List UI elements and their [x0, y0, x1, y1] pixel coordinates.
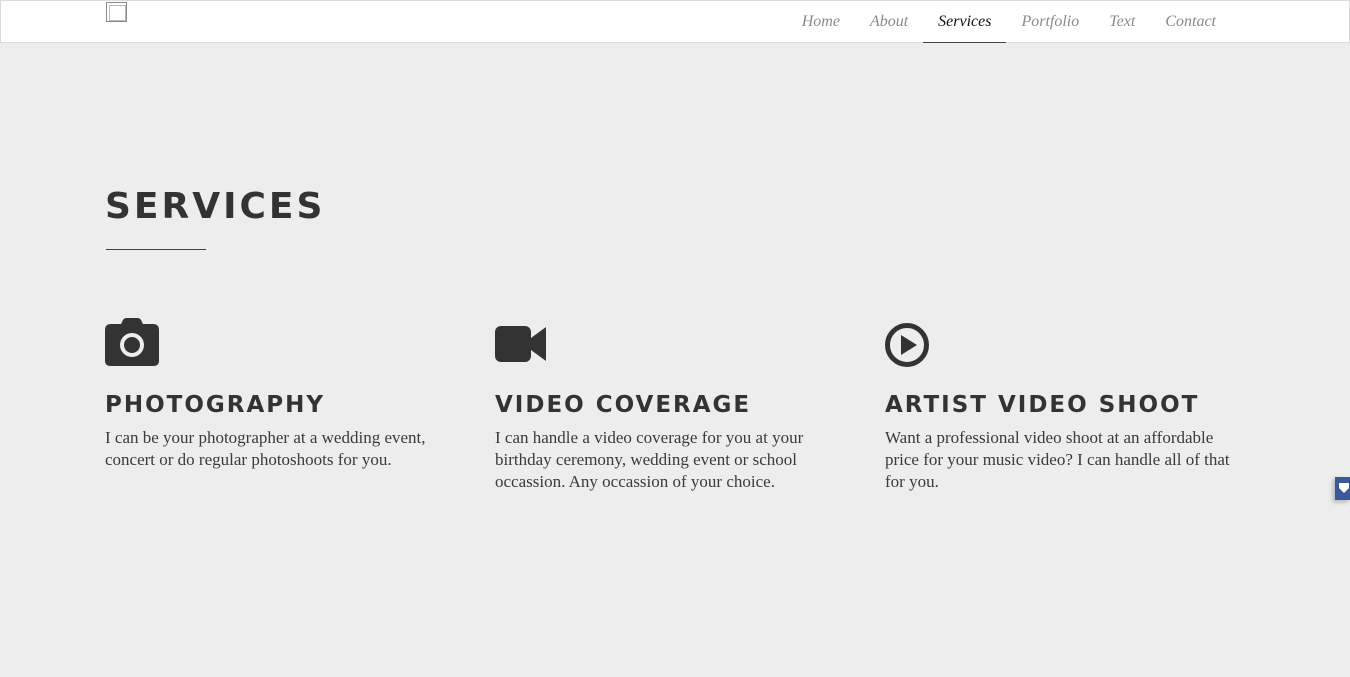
nav-item-about[interactable]: About [855, 1, 923, 43]
section-title: SERVICES [105, 186, 326, 227]
side-feedback-tab[interactable] [1335, 477, 1350, 500]
camera-icon [105, 318, 159, 366]
service-video-coverage: VIDEO COVERAGE I can handle a video cove… [495, 318, 845, 493]
nav-menu: Home About Services Portfolio Text Conta… [787, 1, 1231, 43]
service-artist-video-shoot: ARTIST VIDEO SHOOT Want a professional v… [885, 318, 1235, 493]
title-divider [106, 249, 206, 250]
play-circle-icon [885, 323, 929, 367]
service-description: I can handle a video coverage for you at… [495, 428, 804, 491]
service-description: Want a professional video shoot at an af… [885, 428, 1230, 491]
service-title: PHOTOGRAPHY [105, 392, 326, 418]
service-photography: PHOTOGRAPHY I can be your photographer a… [105, 318, 455, 471]
logo-image[interactable] [106, 2, 127, 22]
nav-item-portfolio[interactable]: Portfolio [1006, 1, 1094, 43]
service-description: I can be your photographer at a wedding … [105, 428, 426, 469]
service-title: VIDEO COVERAGE [495, 392, 752, 418]
nav-item-contact[interactable]: Contact [1150, 1, 1231, 43]
nav-item-home[interactable]: Home [787, 1, 855, 43]
chevron-down-icon [1339, 483, 1349, 493]
navbar: Home About Services Portfolio Text Conta… [0, 0, 1350, 43]
nav-item-text[interactable]: Text [1094, 1, 1150, 43]
nav-item-services[interactable]: Services [923, 1, 1007, 43]
video-camera-icon [495, 326, 546, 362]
service-title: ARTIST VIDEO SHOOT [885, 392, 1200, 418]
